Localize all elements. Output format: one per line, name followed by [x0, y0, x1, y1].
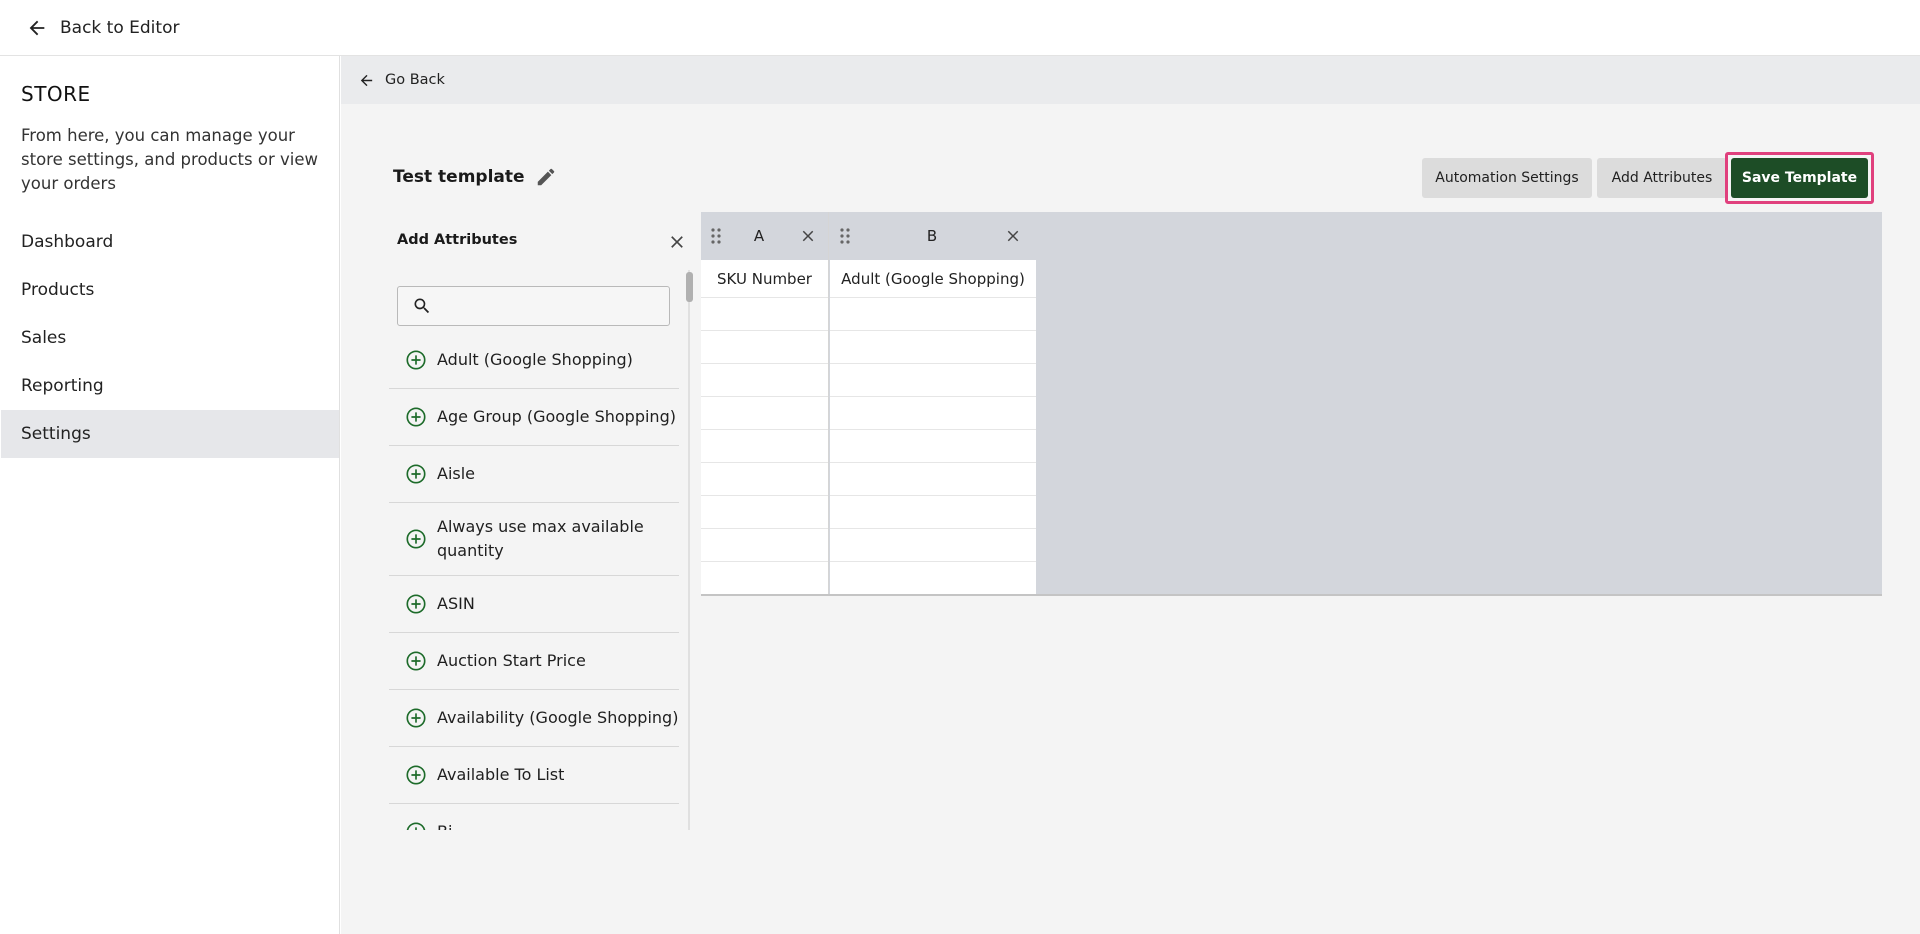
- column-letter: B: [926, 227, 938, 245]
- sidebar-item-sales[interactable]: Sales: [1, 314, 339, 362]
- go-back-link[interactable]: Go Back: [358, 72, 445, 89]
- sidebar-item-settings[interactable]: Settings: [1, 410, 339, 458]
- attributes-scroll-track: [688, 270, 690, 830]
- add-circle-icon: [406, 765, 426, 785]
- go-back-bar: Go Back: [341, 56, 1920, 104]
- back-to-editor-label: Back to Editor: [60, 17, 180, 38]
- grid-cell[interactable]: [830, 364, 1036, 397]
- grid-cell[interactable]: [830, 298, 1036, 331]
- column-header-a: A: [701, 212, 828, 260]
- attribute-item-label: Always use max available quantity: [437, 517, 644, 560]
- attributes-panel-title: Add Attributes: [397, 232, 518, 248]
- attribute-item-adult[interactable]: Adult (Google Shopping): [389, 332, 679, 389]
- column-header-b: B: [830, 212, 1036, 260]
- grid-cell[interactable]: [830, 463, 1036, 496]
- template-name: Test template: [393, 167, 525, 187]
- add-circle-icon: [406, 529, 426, 549]
- grid-cell[interactable]: [830, 430, 1036, 463]
- attribute-item-partial[interactable]: Bi: [389, 804, 679, 830]
- grid-cell[interactable]: [701, 463, 828, 496]
- grid-cell[interactable]: [830, 529, 1036, 562]
- arrow-left-icon: [29, 20, 45, 35]
- close-icon[interactable]: [1004, 227, 1022, 245]
- close-icon[interactable]: [799, 227, 817, 245]
- add-circle-icon: [406, 464, 426, 484]
- add-circle-icon: [406, 822, 426, 830]
- top-bar: Back to Editor: [0, 0, 1920, 56]
- save-template-button[interactable]: Save Template: [1731, 158, 1868, 198]
- grid-column-b: B Adult (Google Shopping): [830, 212, 1036, 594]
- sidebar: STORE From here, you can manage your sto…: [0, 56, 340, 934]
- grid-column-a: A SKU Number: [701, 212, 829, 594]
- add-circle-icon: [406, 651, 426, 671]
- attribute-item-label: Available To List: [437, 765, 565, 784]
- attribute-item-asin[interactable]: ASIN: [389, 576, 679, 633]
- sidebar-description: From here, you can manage your store set…: [21, 126, 318, 193]
- attribute-item-auction-start-price[interactable]: Auction Start Price: [389, 633, 679, 690]
- close-icon[interactable]: [667, 232, 687, 252]
- add-attributes-button[interactable]: Add Attributes: [1597, 158, 1727, 198]
- drag-handle-icon[interactable]: [840, 228, 850, 244]
- attribute-item-label: ASIN: [437, 594, 475, 613]
- attribute-item-age-group[interactable]: Age Group (Google Shopping): [389, 389, 679, 446]
- attributes-panel: Add Attributes Adult (Google Shopping) A…: [381, 212, 701, 830]
- automation-settings-button[interactable]: Automation Settings: [1422, 158, 1592, 198]
- attribute-item-label: Age Group (Google Shopping): [437, 407, 676, 426]
- attribute-search-box: [397, 286, 670, 326]
- grid-cell[interactable]: [701, 430, 828, 463]
- attribute-item-aisle[interactable]: Aisle: [389, 446, 679, 503]
- pencil-icon[interactable]: [535, 166, 557, 188]
- grid-cell[interactable]: [701, 331, 828, 364]
- go-back-label: Go Back: [385, 72, 445, 88]
- attributes-scrollbar[interactable]: [686, 272, 693, 302]
- template-grid: A SKU Number B Adult (Google Shopping): [701, 212, 1882, 596]
- attribute-item-label: Adult (Google Shopping): [437, 350, 633, 369]
- add-circle-icon: [406, 594, 426, 614]
- attribute-item-label: Bi: [437, 820, 452, 830]
- grid-cell[interactable]: [701, 529, 828, 562]
- template-title: Test template: [393, 166, 557, 188]
- attribute-item-max-quantity[interactable]: Always use max available quantity: [389, 503, 679, 576]
- sidebar-item-reporting[interactable]: Reporting: [1, 362, 339, 410]
- main-content: Go Back Test template Automation Setting…: [341, 56, 1920, 934]
- attribute-search-input[interactable]: [440, 287, 669, 325]
- attribute-item-available-to-list[interactable]: Available To List: [389, 747, 679, 804]
- add-circle-icon: [406, 708, 426, 728]
- grid-cell[interactable]: [701, 298, 828, 331]
- search-icon: [414, 298, 430, 314]
- grid-cell[interactable]: [830, 562, 1036, 595]
- column-field-name[interactable]: SKU Number: [701, 260, 828, 298]
- drag-handle-icon[interactable]: [711, 228, 721, 244]
- attribute-item-availability[interactable]: Availability (Google Shopping): [389, 690, 679, 747]
- sidebar-nav: Dashboard Products Sales Reporting Setti…: [1, 218, 339, 458]
- attribute-item-label: Aisle: [437, 464, 476, 483]
- grid-cell[interactable]: [701, 397, 828, 430]
- arrow-left-icon: [360, 74, 373, 86]
- grid-cell[interactable]: [830, 331, 1036, 364]
- grid-cell[interactable]: [701, 562, 828, 595]
- grid-cell[interactable]: [701, 496, 828, 529]
- sidebar-item-products[interactable]: Products: [1, 266, 339, 314]
- grid-cell[interactable]: [830, 496, 1036, 529]
- grid-cell[interactable]: [701, 364, 828, 397]
- grid-cell[interactable]: [830, 397, 1036, 430]
- sidebar-title: STORE: [21, 82, 91, 106]
- back-to-editor-link[interactable]: Back to Editor: [26, 17, 179, 39]
- column-field-name[interactable]: Adult (Google Shopping): [830, 260, 1036, 298]
- attribute-item-label: Availability (Google Shopping): [437, 708, 679, 727]
- add-circle-icon: [406, 350, 426, 370]
- attribute-list: Adult (Google Shopping) Age Group (Googl…: [389, 332, 679, 830]
- attribute-item-label: Auction Start Price: [437, 651, 586, 670]
- add-circle-icon: [406, 407, 426, 427]
- column-letter: A: [753, 227, 765, 245]
- sidebar-item-dashboard[interactable]: Dashboard: [1, 218, 339, 266]
